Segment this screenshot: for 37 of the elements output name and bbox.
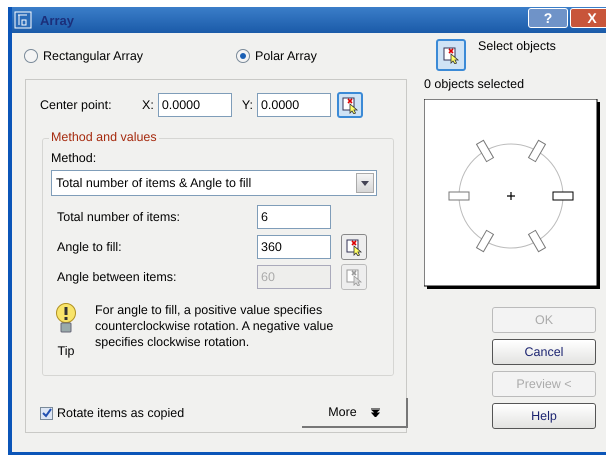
field-label: Angle between items: (57, 270, 177, 284)
more-button[interactable]: More (302, 398, 408, 428)
select-objects-label: Select objects (478, 39, 556, 53)
y-input-field[interactable]: 0.0000 (256, 93, 331, 117)
double-down-arrow-icon (370, 408, 380, 416)
tip-text: For angle to fill, a positive value specifies counterclockwise rotation. A negative value specifies clockwise rotation. (95, 302, 334, 351)
dialog-button[interactable]: Help (492, 403, 596, 429)
radio-label[interactable]: Rectangular Array (43, 49, 144, 63)
select-objects-button[interactable] (436, 39, 466, 71)
value-input-field[interactable]: 6 (257, 205, 331, 229)
checkbox[interactable] (40, 406, 53, 420)
dialog-button[interactable]: Cancel (492, 339, 596, 365)
x-input-field[interactable]: 0.0000 (158, 93, 232, 117)
method-label: Method: (51, 151, 96, 165)
radio-label[interactable]: Polar Array (255, 49, 317, 63)
pick-point-icon (345, 238, 363, 256)
method-dropdown[interactable]: Total number of items & Angle to fill (51, 170, 377, 196)
field-label: Angle to fill: (57, 240, 122, 254)
radio-button[interactable] (24, 49, 38, 63)
pick-center-button[interactable] (336, 92, 363, 118)
center-point-label: Center point: (40, 98, 113, 112)
selection-status: 0 objects selected (424, 77, 524, 91)
pick-point-icon (442, 46, 460, 64)
pick-point-icon (340, 96, 359, 114)
x-label: X: (142, 98, 154, 112)
checkbox-label[interactable]: Rotate items as copied (57, 406, 184, 420)
field-label: Total number of items: (57, 210, 180, 224)
group-title: Method and values (49, 130, 159, 144)
pick-point-icon (345, 268, 363, 286)
radio-button[interactable] (236, 49, 250, 63)
pick-angle-button[interactable] (341, 234, 367, 260)
close-button[interactable]: X (570, 8, 606, 28)
tip-label: Tip (58, 344, 74, 358)
y-label: Y: (242, 98, 253, 112)
dropdown-arrow-icon (361, 180, 369, 186)
window-title: Array (40, 12, 74, 28)
value-input-field[interactable]: 360 (257, 235, 331, 259)
